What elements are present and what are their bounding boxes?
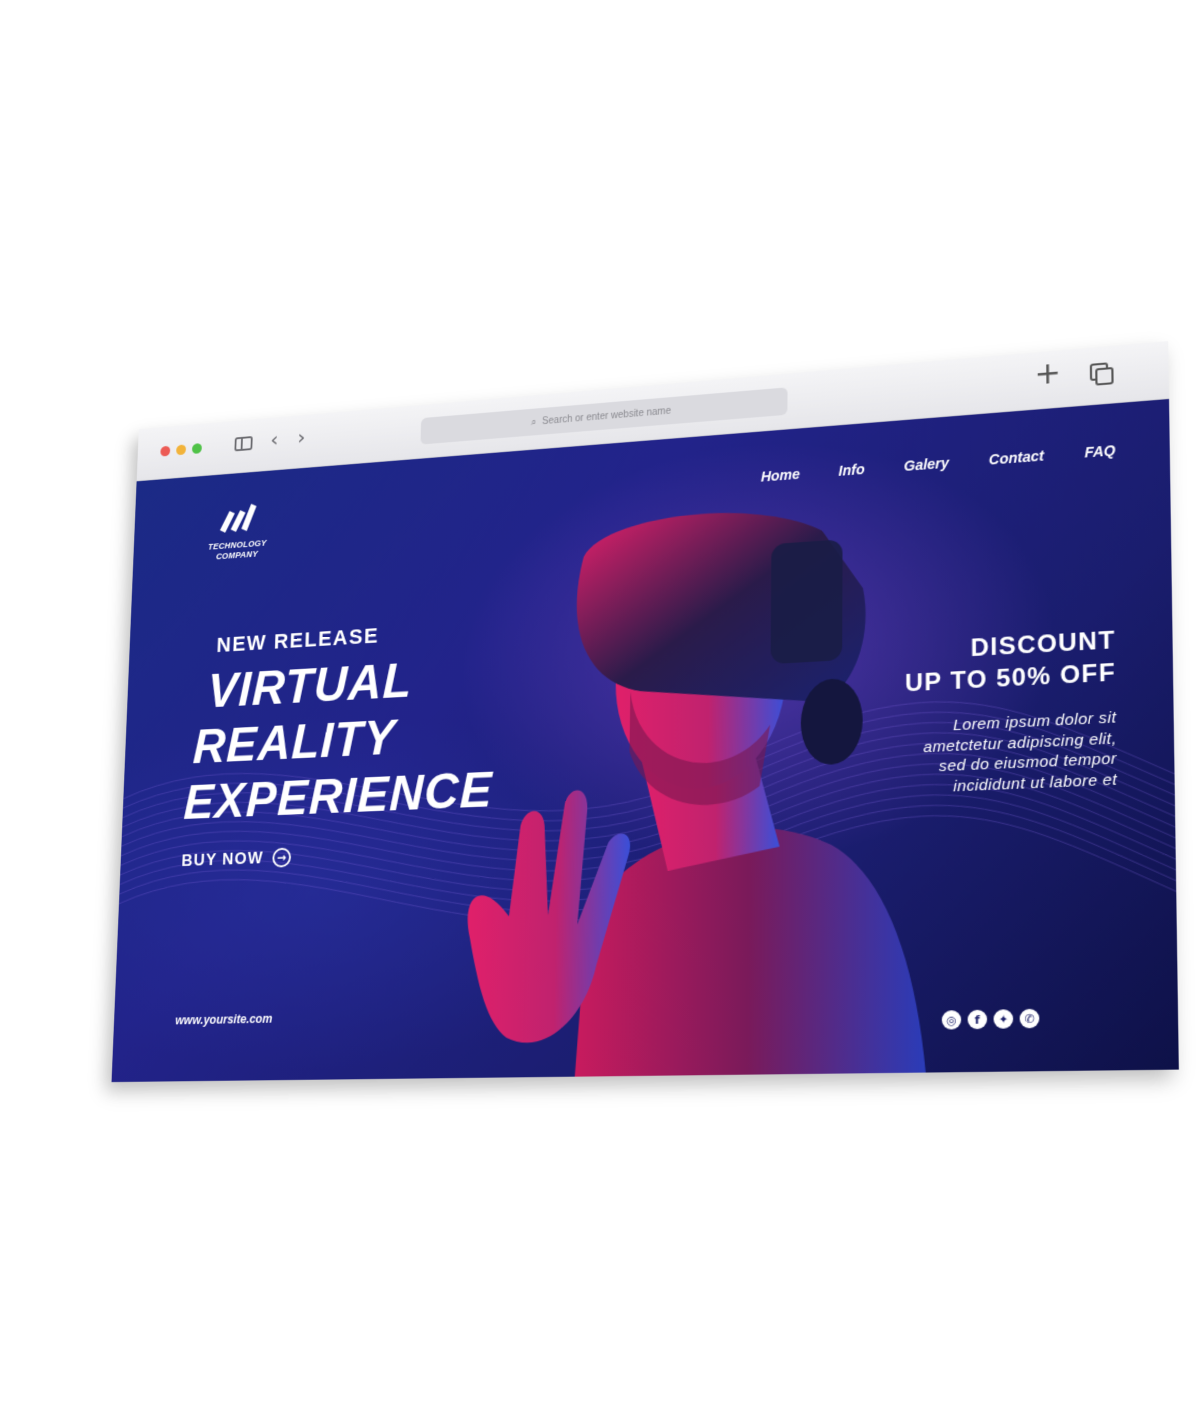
new-tab-button[interactable]: + — [1034, 355, 1061, 392]
nav-info[interactable]: Info — [839, 461, 865, 479]
forward-arrow-icon[interactable]: › — [297, 426, 306, 450]
search-icon: ⌕ — [531, 416, 537, 428]
browser-window: ‹ › ⌕ Search or enter website name + TEC… — [111, 341, 1179, 1083]
address-placeholder: Search or enter website name — [542, 405, 672, 427]
promo-block: DISCOUNT UP TO 50% OFF Lorem ipsum dolor… — [905, 624, 1117, 799]
close-window-button[interactable] — [160, 445, 171, 457]
nav-home[interactable]: Home — [761, 466, 800, 485]
vr-headset-person-photo — [464, 502, 926, 1078]
hero-headline: VIRTUAL REALITY EXPERIENCE — [182, 652, 494, 830]
whatsapp-icon[interactable]: ✆ — [1019, 1008, 1040, 1029]
promo-body-text: Lorem ipsum dolor sit ametctetur adipisc… — [923, 709, 1118, 796]
social-links: ◎ f ✦ ✆ — [941, 1008, 1040, 1030]
main-nav: Home Info Galery Contact FAQ — [761, 442, 1116, 485]
facebook-icon[interactable]: f — [967, 1009, 988, 1030]
tab-overview-icon[interactable] — [1089, 362, 1114, 386]
nav-faq[interactable]: FAQ — [1084, 442, 1115, 461]
instagram-icon[interactable]: ◎ — [941, 1010, 962, 1030]
buy-now-label: BUY NOW — [181, 848, 264, 870]
twitter-icon[interactable]: ✦ — [993, 1009, 1014, 1029]
nav-galery[interactable]: Galery — [904, 455, 949, 474]
web-page: TECHNOLOGY COMPANY Home Info Galery Cont… — [111, 399, 1179, 1083]
back-arrow-icon[interactable]: ‹ — [270, 428, 279, 452]
hero-copy: NEW RELEASE VIRTUAL REALITY EXPERIENCE B… — [181, 616, 496, 871]
discount-headline: DISCOUNT UP TO 50% OFF — [904, 626, 1117, 698]
stage: ‹ › ⌕ Search or enter website name + TEC… — [0, 0, 1200, 1416]
logo-text: TECHNOLOGY COMPANY — [207, 538, 267, 562]
company-logo[interactable]: TECHNOLOGY COMPANY — [196, 498, 279, 564]
site-url[interactable]: www.yoursite.com — [175, 1012, 272, 1028]
minimize-window-button[interactable] — [176, 444, 187, 456]
window-controls — [160, 443, 203, 457]
nav-contact[interactable]: Contact — [989, 447, 1044, 467]
logo-mark-icon — [219, 503, 257, 534]
sidebar-toggle-icon[interactable] — [234, 436, 253, 452]
maximize-window-button[interactable] — [191, 443, 203, 454]
arrow-right-circle-icon: → — [272, 847, 292, 868]
